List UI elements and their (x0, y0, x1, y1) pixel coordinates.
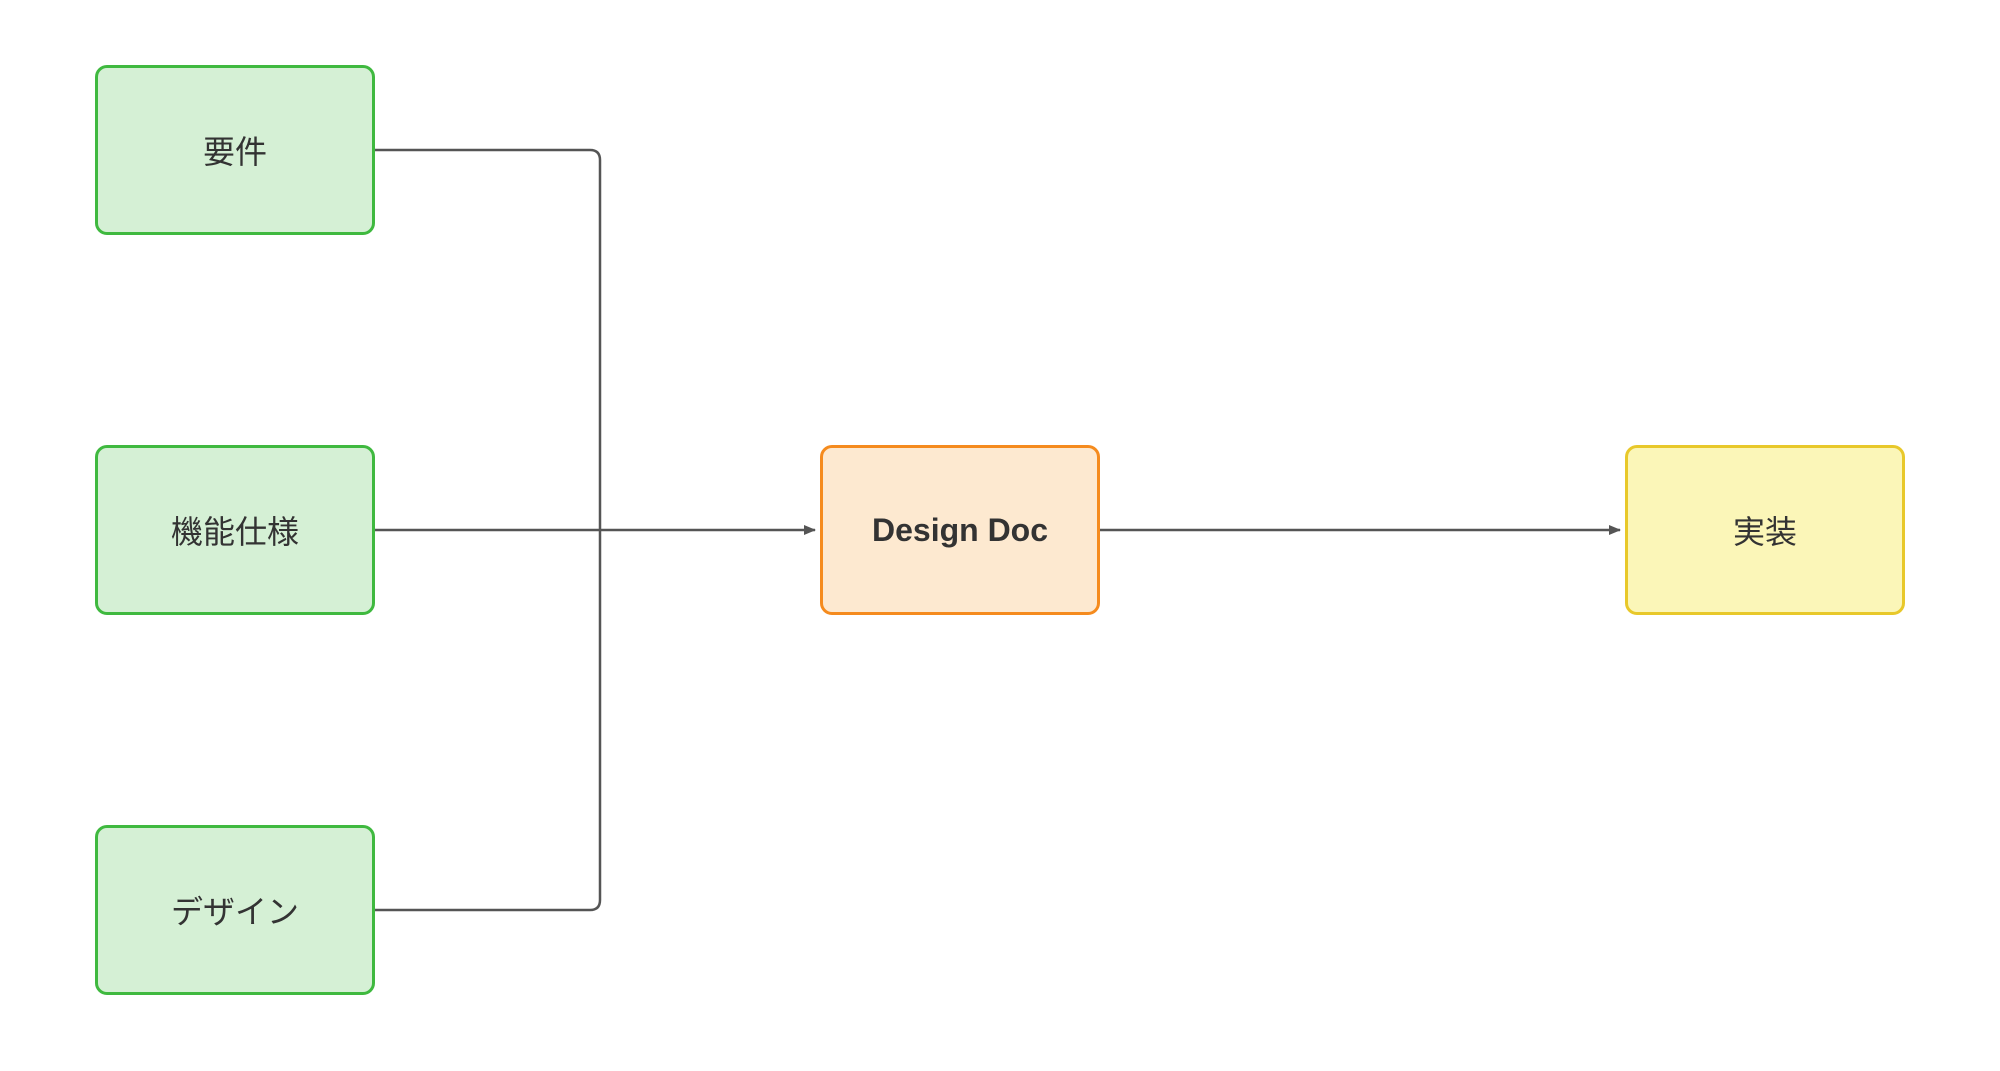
edge-requirements-designdoc (375, 150, 600, 530)
node-label: 要件 (203, 127, 267, 173)
node-label: 機能仕様 (171, 507, 299, 553)
flow-diagram: 要件 機能仕様 デザイン Design Doc 実装 (0, 0, 2000, 1071)
node-label: 実装 (1733, 507, 1797, 553)
edge-design-designdoc (375, 530, 600, 910)
node-requirements: 要件 (95, 65, 375, 235)
node-designdoc: Design Doc (820, 445, 1100, 615)
node-design: デザイン (95, 825, 375, 995)
node-label: Design Doc (872, 512, 1048, 549)
node-implementation: 実装 (1625, 445, 1905, 615)
node-label: デザイン (171, 887, 299, 933)
node-spec: 機能仕様 (95, 445, 375, 615)
